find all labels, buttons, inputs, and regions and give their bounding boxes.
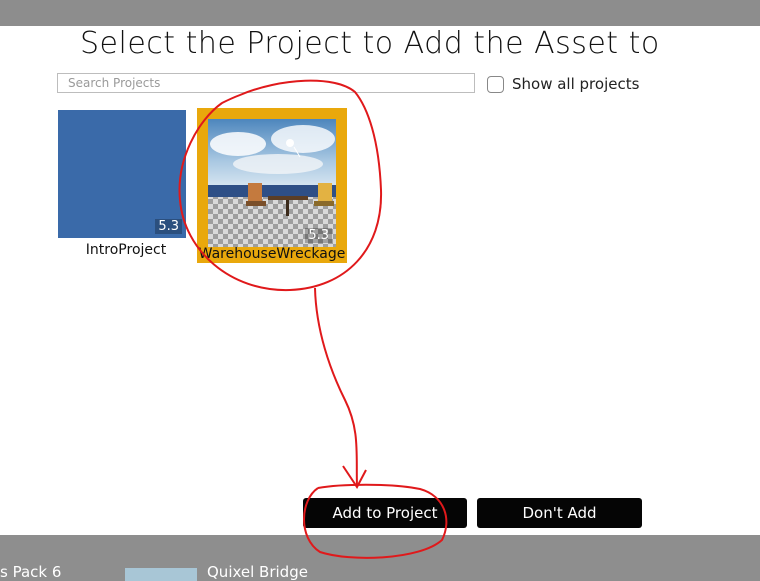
show-all-label: Show all projects (512, 75, 640, 93)
bottom-bar-item-left[interactable]: s Pack 6 (0, 563, 61, 581)
bottom-bar (0, 535, 760, 581)
dont-add-button[interactable]: Don't Add (477, 498, 642, 528)
dialog-title: Select the Project to Add the Asset to (80, 26, 660, 61)
project-card-introproject[interactable]: 5.3 IntroProject (58, 110, 194, 258)
project-name: IntroProject (85, 242, 167, 258)
top-bar (0, 0, 760, 26)
project-thumbnail: 5.3 (208, 119, 336, 247)
bottom-bar-thumbnail (125, 568, 197, 581)
project-card-warehousewreckage[interactable]: 5.3 WarehouseWreckage (197, 108, 347, 263)
annotation-arrow-head (342, 465, 367, 489)
version-badge: 5.3 (155, 219, 182, 234)
add-to-project-button[interactable]: Add to Project (303, 498, 467, 528)
search-projects-input[interactable] (57, 73, 475, 93)
bottom-bar-item-right[interactable]: Quixel Bridge (207, 563, 308, 581)
project-name: WarehouseWreckage (198, 246, 346, 262)
project-thumbnail: 5.3 (58, 110, 186, 238)
version-badge: 5.3 (305, 228, 332, 243)
annotation-arrow-line (314, 287, 358, 488)
show-all-checkbox[interactable] (487, 75, 504, 93)
show-all-projects-toggle[interactable]: Show all projects (487, 75, 639, 93)
